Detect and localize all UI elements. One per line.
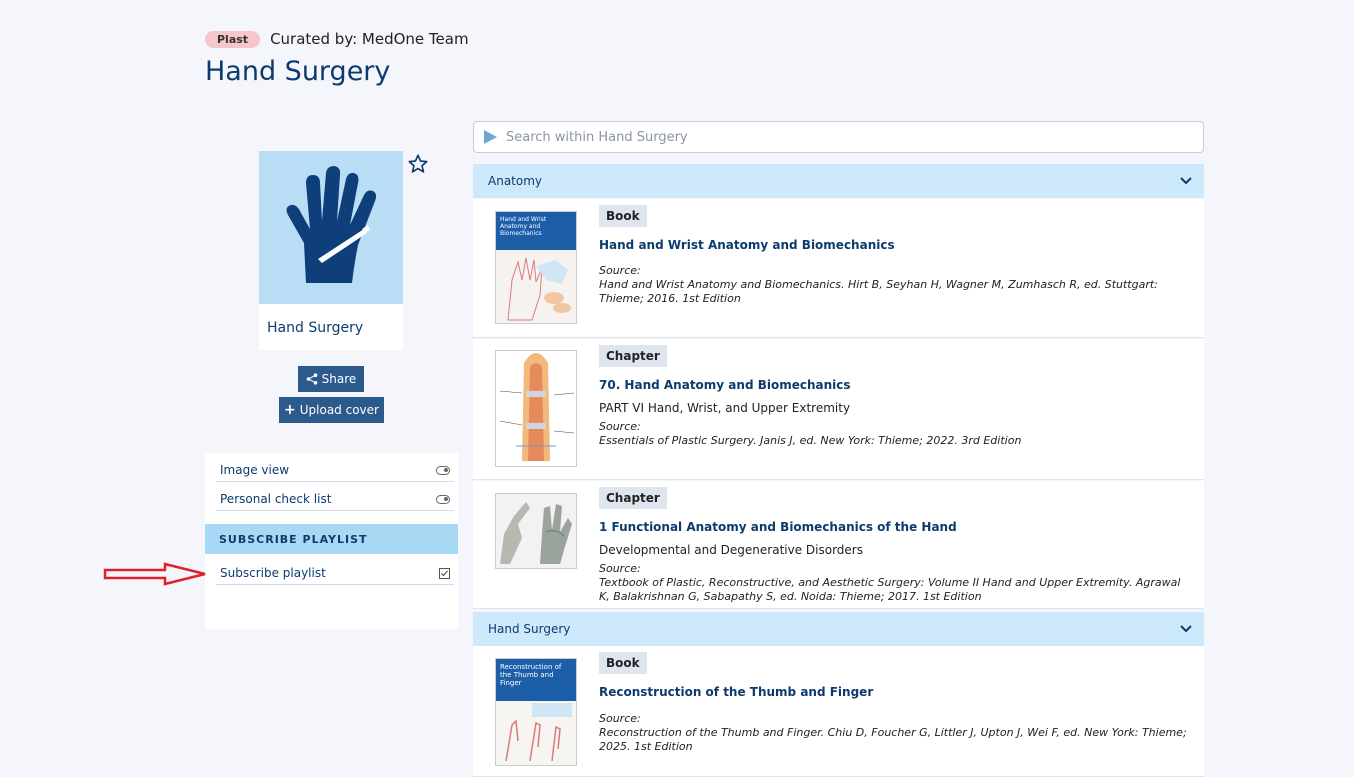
item-title-link[interactable]: 1 Functional Anatomy and Biomechanics of… [599,520,957,534]
item-title-link[interactable]: 70. Hand Anatomy and Biomechanics [599,378,851,392]
cover-title: Hand Surgery [267,320,364,336]
type-badge: Chapter [599,345,667,367]
item-source: Source: Essentials of Plastic Surgery. J… [599,420,1194,448]
toggle-icon[interactable] [436,494,450,504]
toggle-icon[interactable] [436,465,450,475]
share-button[interactable]: Share [298,366,364,392]
page-header: Plast Curated by: MedOne Team Hand Surge… [205,30,469,87]
hand-icon [286,165,377,283]
source-text: Essentials of Plastic Surgery. Janis J, … [599,434,1022,447]
page-title: Hand Surgery [205,56,391,87]
image-view-toggle[interactable]: Image view [216,463,454,482]
share-label: Share [321,372,357,386]
thumb-illustration [496,701,576,765]
check-list-toggle[interactable]: Personal check list [216,492,454,511]
thumbnail-title: Hand and Wrist Anatomy and Biomechanics [500,216,547,237]
upload-label: Upload cover [299,403,379,417]
chevron-down-icon[interactable] [1180,177,1192,185]
anatomy-illustration [496,250,576,323]
source-label: Source: [599,562,641,575]
options-panel: Image view Personal check list SUBSCRIBE… [205,453,458,629]
list-item[interactable]: Chapter 1 Functional Anatomy and Biomech… [473,481,1204,609]
item-source: Source: Reconstruction of the Thumb and … [599,712,1194,754]
source-label: Source: [599,264,641,277]
chapter-thumbnail[interactable] [495,350,577,467]
play-search-icon [484,130,497,144]
checkbox-icon[interactable] [439,567,450,579]
subscribe-label: Subscribe playlist [220,566,326,580]
book-thumbnail[interactable]: Hand and Wrist Anatomy and Biomechanics [495,211,577,324]
search-bar[interactable] [473,121,1204,153]
source-text: Reconstruction of the Thumb and Finger. … [599,726,1187,753]
thumbnail-title: Reconstruction of the Thumb and Finger [500,663,562,687]
source-text: Textbook of Plastic, Reconstructive, and… [599,576,1181,603]
type-badge: Book [599,652,647,674]
type-badge: Book [599,205,647,227]
share-icon [306,373,317,385]
curated-by-text: Curated by: MedOne Team [270,30,469,48]
book-thumbnail[interactable]: Reconstruction of the Thumb and Finger [495,658,577,766]
source-text: Hand and Wrist Anatomy and Biomechanics.… [599,278,1158,305]
hand-photo-illustration [496,494,576,568]
list-item[interactable]: Reconstruction of the Thumb and Finger B… [473,646,1204,777]
check-list-label: Personal check list [220,492,332,506]
section-header-hand-surgery[interactable]: Hand Surgery [473,612,1204,646]
source-label: Source: [599,712,641,725]
plus-icon: + [284,402,296,418]
search-input[interactable] [506,129,1156,145]
source-label: Source: [599,420,641,433]
chapter-thumbnail[interactable] [495,493,577,569]
category-tag[interactable]: Plast [205,30,261,48]
section-header-anatomy[interactable]: Anatomy [473,164,1204,198]
red-arrow-annotation [103,562,206,586]
item-subtitle: PART VI Hand, Wrist, and Upper Extremity [599,401,851,415]
section-title: Hand Surgery [488,622,571,636]
chevron-down-icon[interactable] [1180,625,1192,633]
list-item[interactable]: Hand and Wrist Anatomy and Biomechanics … [473,199,1204,338]
subscribe-header: SUBSCRIBE PLAYLIST [205,524,458,554]
type-badge: Chapter [599,487,667,509]
playlist-cover: Hand Surgery [259,151,403,350]
list-item[interactable]: Chapter 70. Hand Anatomy and Biomechanic… [473,339,1204,480]
favorite-star-icon[interactable] [407,153,429,175]
subscribe-playlist-row[interactable]: Subscribe playlist [216,566,454,585]
item-title-link[interactable]: Hand and Wrist Anatomy and Biomechanics [599,238,895,252]
section-title: Anatomy [488,174,543,188]
item-source: Source: Textbook of Plastic, Reconstruct… [599,562,1194,604]
upload-cover-button[interactable]: + Upload cover [279,397,384,423]
finger-anatomy-illustration [496,351,576,466]
item-subtitle: Developmental and Degenerative Disorders [599,543,863,557]
item-source: Source: Hand and Wrist Anatomy and Biome… [599,264,1194,306]
cover-image [259,151,403,304]
item-title-link[interactable]: Reconstruction of the Thumb and Finger [599,685,873,699]
image-view-label: Image view [220,463,290,477]
